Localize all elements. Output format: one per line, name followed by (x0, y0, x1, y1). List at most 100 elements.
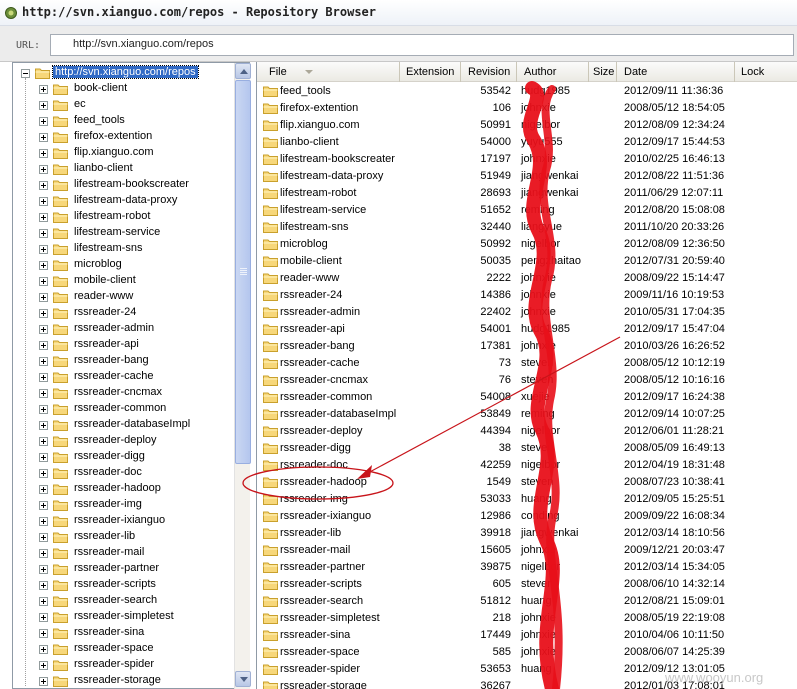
expand-icon[interactable] (39, 661, 48, 670)
expand-icon[interactable] (39, 597, 48, 606)
expand-icon[interactable] (39, 277, 48, 286)
table-row[interactable]: rssreader-24 14386 johnxie 2009/11/16 10:19… (257, 287, 797, 304)
table-row[interactable]: rssreader-sina 17449 johnxie 2010/04/06 10:… (257, 627, 797, 644)
expand-icon[interactable] (39, 581, 48, 590)
url-input[interactable]: http://svn.xianguo.com/repos (50, 34, 794, 56)
table-row[interactable]: lifestream-service 51652 reming 2012/08/20 … (257, 202, 797, 219)
expand-icon[interactable] (39, 133, 48, 142)
tree-item[interactable]: rssreader-digg (13, 449, 235, 465)
column-lock[interactable]: Lock (735, 62, 797, 82)
tree-item[interactable]: rssreader-scripts (13, 577, 235, 593)
tree-item[interactable]: book-client (13, 81, 235, 97)
tree-item[interactable]: lifestream-data-proxy (13, 193, 235, 209)
expand-icon[interactable] (39, 501, 48, 510)
tree-item[interactable]: rssreader-mail (13, 545, 235, 561)
table-row[interactable]: rssreader-bang 17381 johnxie 2010/03/26 16:… (257, 338, 797, 355)
expand-icon[interactable] (39, 165, 48, 174)
table-row[interactable]: rssreader-admin 22402 johnxie 2010/05/31 17… (257, 304, 797, 321)
tree-item[interactable]: rssreader-doc (13, 465, 235, 481)
table-row[interactable]: rssreader-hadoop 1549 steven 2008/07/23 10:… (257, 474, 797, 491)
tree-item[interactable]: rssreader-img (13, 497, 235, 513)
file-list[interactable]: File Extension Revision Author Size Date… (256, 62, 797, 689)
table-row[interactable]: lianbo-client 54000 yuyu555 2012/09/17 15:4… (257, 134, 797, 151)
expand-icon[interactable] (39, 325, 48, 334)
table-row[interactable]: reader-www 2222 johnxie 2008/09/22 15:14:47 (257, 270, 797, 287)
expand-icon[interactable] (39, 677, 48, 686)
table-row[interactable]: rssreader-api 54001 hudg1985 2012/09/17 15:… (257, 321, 797, 338)
expand-icon[interactable] (39, 485, 48, 494)
tree-item[interactable]: firefox-extention (13, 129, 235, 145)
tree-item[interactable]: rssreader-simpletest (13, 609, 235, 625)
expand-icon[interactable] (39, 405, 48, 414)
tree-item[interactable]: lifestream-service (13, 225, 235, 241)
table-row[interactable]: rssreader-search 51812 huang 2012/08/21 15:… (257, 593, 797, 610)
expand-icon[interactable] (39, 613, 48, 622)
table-row[interactable]: rssreader-databaseImpl 53849 reming 2012/09… (257, 406, 797, 423)
tree-item[interactable]: lifestream-robot (13, 209, 235, 225)
expand-icon[interactable] (39, 645, 48, 654)
expand-icon[interactable] (39, 101, 48, 110)
table-row[interactable]: lifestream-sns 32440 liangyue 2011/10/20 20… (257, 219, 797, 236)
expand-icon[interactable] (39, 373, 48, 382)
repository-tree[interactable]: http://svn.xianguo.com/repos book-client e… (12, 62, 250, 689)
tree-item[interactable]: rssreader-databaseImpl (13, 417, 235, 433)
expand-icon[interactable] (39, 341, 48, 350)
tree-item[interactable]: reader-www (13, 289, 235, 305)
tree-item[interactable]: rssreader-space (13, 641, 235, 657)
expand-icon[interactable] (39, 565, 48, 574)
tree-item[interactable]: microblog (13, 257, 235, 273)
tree-item[interactable]: rssreader-deploy (13, 433, 235, 449)
table-row[interactable]: rssreader-common 54008 xuejie 2012/09/17 16… (257, 389, 797, 406)
column-file[interactable]: File (257, 62, 400, 82)
expand-icon[interactable] (39, 453, 48, 462)
expand-icon[interactable] (39, 293, 48, 302)
table-row[interactable]: rssreader-deploy 44394 nigelbor 2012/06/01 … (257, 423, 797, 440)
tree-item[interactable]: rssreader-ixianguo (13, 513, 235, 529)
tree-item[interactable]: rssreader-admin (13, 321, 235, 337)
scroll-thumb[interactable] (235, 80, 251, 464)
table-row[interactable]: rssreader-cncmax 76 steven 2008/05/12 10:16… (257, 372, 797, 389)
tree-item[interactable]: rssreader-lib (13, 529, 235, 545)
table-row[interactable]: lifestream-data-proxy 51949 jiangwenkai 201… (257, 168, 797, 185)
tree-item[interactable]: lianbo-client (13, 161, 235, 177)
tree-item[interactable]: rssreader-bang (13, 353, 235, 369)
tree-item[interactable]: lifestream-bookscreater (13, 177, 235, 193)
table-row[interactable]: mobile-client 50035 pengzhaitao 2012/07/31 … (257, 253, 797, 270)
table-row[interactable]: rssreader-cache 73 steven 2008/05/12 10:12:… (257, 355, 797, 372)
tree-item[interactable]: rssreader-cncmax (13, 385, 235, 401)
column-size[interactable]: Size (589, 62, 617, 82)
tree-item[interactable]: rssreader-api (13, 337, 235, 353)
column-extension[interactable]: Extension (400, 62, 461, 82)
table-row[interactable]: rssreader-partner 39875 nigelbor 2012/03/14… (257, 559, 797, 576)
column-date[interactable]: Date (617, 62, 735, 82)
table-row[interactable]: rssreader-ixianguo 12986 conding 2009/09/22… (257, 508, 797, 525)
tree-item[interactable]: flip.xianguo.com (13, 145, 235, 161)
tree-item[interactable]: rssreader-cache (13, 369, 235, 385)
expand-icon[interactable] (39, 517, 48, 526)
tree-item[interactable]: rssreader-hadoop (13, 481, 235, 497)
expand-icon[interactable] (39, 149, 48, 158)
table-row[interactable]: lifestream-bookscreater 17197 johnxie 2010/… (257, 151, 797, 168)
table-row[interactable]: rssreader-img 53033 huang 2012/09/05 15:25:… (257, 491, 797, 508)
expand-icon[interactable] (39, 309, 48, 318)
table-row[interactable]: lifestream-robot 28693 jiangwenkai 2011/06/… (257, 185, 797, 202)
collapse-icon[interactable] (21, 69, 30, 78)
tree-scrollbar[interactable] (234, 63, 251, 689)
expand-icon[interactable] (39, 197, 48, 206)
expand-icon[interactable] (39, 421, 48, 430)
table-row[interactable]: microblog 50992 nigelbor 2012/08/09 12:36:5… (257, 236, 797, 253)
expand-icon[interactable] (39, 549, 48, 558)
table-row[interactable]: rssreader-mail 15605 johnxie 2009/12/21 20:… (257, 542, 797, 559)
column-author[interactable]: Author (517, 62, 589, 82)
table-row[interactable]: feed_tools 53542 hudg1985 2012/09/11 11:36:… (257, 83, 797, 100)
tree-root-item[interactable]: http://svn.xianguo.com/repos (13, 65, 235, 81)
table-row[interactable]: rssreader-scripts 605 steven 2008/06/10 14:… (257, 576, 797, 593)
table-row[interactable]: flip.xianguo.com 50991 nigelbor 2012/08/09 … (257, 117, 797, 134)
tree-item[interactable]: rssreader-common (13, 401, 235, 417)
tree-item[interactable]: rssreader-storage (13, 673, 235, 688)
tree-item[interactable]: lifestream-sns (13, 241, 235, 257)
expand-icon[interactable] (39, 229, 48, 238)
column-revision[interactable]: Revision (461, 62, 517, 82)
scroll-down-button[interactable] (235, 671, 251, 687)
expand-icon[interactable] (39, 389, 48, 398)
